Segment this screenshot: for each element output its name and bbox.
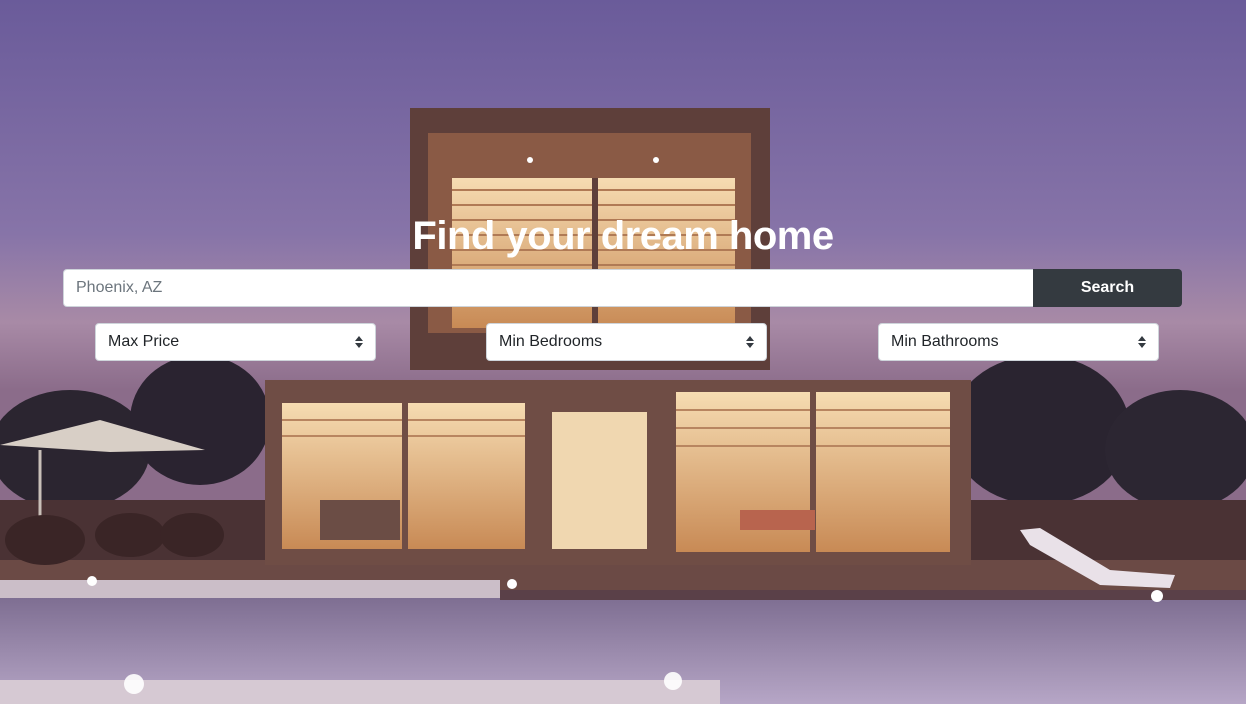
min-bedrooms-label: Min Bedrooms [499,333,603,350]
max-price-select[interactable]: Max Price [95,323,376,361]
select-arrows-icon [1138,336,1146,348]
max-price-label: Max Price [108,333,180,350]
min-bedrooms-select[interactable]: Min Bedrooms [486,323,767,361]
min-bathrooms-label: Min Bathrooms [891,333,999,350]
select-arrows-icon [355,336,363,348]
hero-section: Find your dream home Search Max Price Mi… [0,0,1246,704]
select-arrows-icon [746,336,754,348]
search-bar: Search [63,269,1182,307]
search-panel: Find your dream home Search Max Price Mi… [0,0,1246,704]
min-bathrooms-select[interactable]: Min Bathrooms [878,323,1159,361]
search-input[interactable] [63,269,1033,307]
page-title: Find your dream home [412,214,834,258]
search-button[interactable]: Search [1033,269,1182,307]
